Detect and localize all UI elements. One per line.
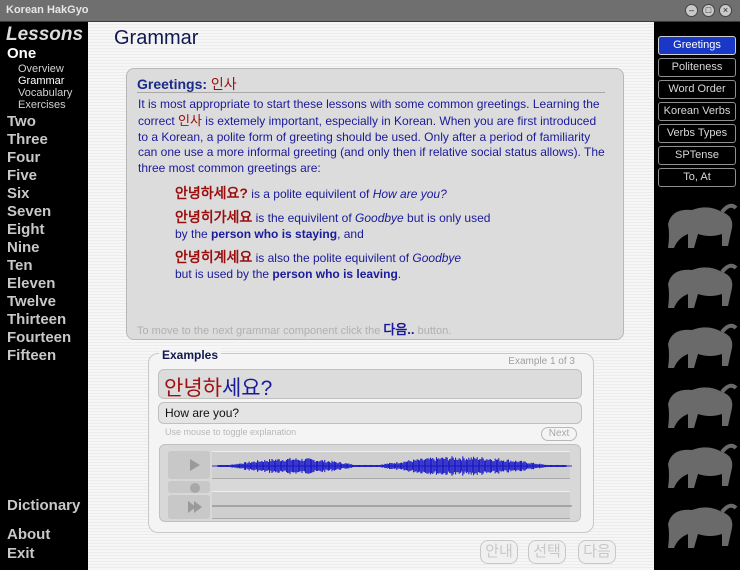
nav-politeness[interactable]: Politeness bbox=[658, 58, 736, 77]
greeting-korean: 안녕히가세요 bbox=[175, 209, 253, 225]
nav-korean-verbs[interactable]: Korean Verbs bbox=[658, 102, 736, 121]
example-english[interactable]: How are you? bbox=[158, 402, 582, 424]
greeting-item-1: 안녕하세요? is a polite equivilent of How are… bbox=[175, 185, 495, 202]
play-icon bbox=[190, 459, 200, 471]
example-counter: Example 1 of 3 bbox=[508, 356, 575, 367]
lessons-heading: Lessons bbox=[6, 24, 84, 45]
greeting-text: . bbox=[397, 267, 402, 281]
dictionary-link[interactable]: Dictionary bbox=[7, 497, 80, 514]
nav-sptense[interactable]: SPTense bbox=[658, 146, 736, 165]
greeting-meaning: How are you? bbox=[372, 187, 447, 201]
sub-grammar[interactable]: Grammar bbox=[18, 75, 64, 87]
greeting-emphasis: person who is leaving bbox=[272, 267, 398, 281]
greeting-text: is a polite equivilent of bbox=[247, 187, 373, 201]
lesson-twelve[interactable]: Twelve bbox=[7, 293, 56, 310]
examples-panel: Examples Example 1 of 3 안녕하세요? How are y… bbox=[148, 348, 594, 533]
grammar-heading: Greetings: 인사 bbox=[137, 74, 237, 94]
greeting-emphasis: person who is staying bbox=[211, 227, 338, 241]
greeting-item-3: 안녕히계세요 is also the polite equivilent of … bbox=[175, 249, 475, 282]
lesson-fourteen[interactable]: Fourteen bbox=[7, 329, 71, 346]
grammar-box: Greetings: 인사 It is most appropriate to … bbox=[126, 68, 624, 340]
greeting-meaning: Goodbye bbox=[355, 211, 404, 225]
sub-overview[interactable]: Overview bbox=[18, 63, 64, 75]
nav-word-order[interactable]: Word Order bbox=[658, 80, 736, 99]
tiger-icon bbox=[668, 263, 738, 308]
lesson-seven[interactable]: Seven bbox=[7, 203, 51, 220]
greeting-item-2: 안녕히가세요 is the equivilent of Goodbye but … bbox=[175, 209, 495, 242]
grammar-topics-nav: Greetings Politeness Word Order Korean V… bbox=[654, 22, 740, 570]
lesson-five[interactable]: Five bbox=[7, 167, 37, 184]
lesson-ten[interactable]: Ten bbox=[7, 257, 33, 274]
close-icon[interactable]: × bbox=[719, 4, 732, 17]
minimize-icon[interactable]: – bbox=[685, 4, 698, 17]
lesson-three[interactable]: Three bbox=[7, 131, 48, 148]
exit-link[interactable]: Exit bbox=[7, 545, 35, 562]
nav-verbs-types[interactable]: Verbs Types bbox=[658, 124, 736, 143]
lesson-eight[interactable]: Eight bbox=[7, 221, 45, 238]
page-title: Grammar bbox=[114, 27, 199, 49]
korean-part-red: 안녕 bbox=[164, 377, 203, 400]
next-hint-korean: 다음.. bbox=[383, 322, 415, 337]
maximize-icon[interactable]: □ bbox=[702, 4, 715, 17]
example-korean[interactable]: 안녕하세요? bbox=[158, 369, 582, 400]
greeting-text: , and bbox=[337, 227, 364, 241]
playback-button[interactable] bbox=[168, 495, 210, 519]
next-hint: To move to the next grammar component cl… bbox=[137, 319, 451, 338]
toggle-hint: Use mouse to toggle explanation bbox=[165, 427, 297, 437]
waveform bbox=[212, 456, 572, 476]
example-next-button[interactable]: Next bbox=[541, 427, 577, 441]
recording-line bbox=[212, 505, 572, 507]
para-korean: 인사 bbox=[178, 112, 202, 128]
lesson-thirteen[interactable]: Thirteen bbox=[7, 311, 66, 328]
examples-label: Examples bbox=[159, 348, 222, 362]
guide-button[interactable]: 안내 bbox=[480, 540, 518, 564]
lesson-one[interactable]: One bbox=[7, 45, 36, 62]
greeting-text: but is used by the bbox=[175, 267, 273, 281]
grammar-paragraph: It is most appropriate to start these le… bbox=[138, 97, 608, 177]
lesson-fifteen[interactable]: Fifteen bbox=[7, 347, 56, 364]
lesson-nine[interactable]: Nine bbox=[7, 239, 40, 256]
sub-vocabulary[interactable]: Vocabulary bbox=[18, 87, 72, 99]
tiger-icon bbox=[668, 203, 738, 248]
play-button[interactable] bbox=[168, 451, 210, 479]
tiger-icon bbox=[668, 503, 738, 548]
tiger-icon bbox=[668, 443, 738, 488]
korean-part-mid: 하 bbox=[202, 377, 222, 400]
waveform-track[interactable] bbox=[212, 451, 572, 479]
lesson-eleven[interactable]: Eleven bbox=[7, 275, 55, 292]
divider bbox=[137, 92, 605, 93]
grammar-heading-korean: 인사 bbox=[210, 76, 237, 92]
greeting-text: is also the polite equivilent of bbox=[252, 251, 413, 265]
audio-player bbox=[159, 444, 581, 522]
para-text-2: is extemely important, especially in Kor… bbox=[138, 113, 605, 176]
greeting-korean: 안녕하세요? bbox=[175, 185, 248, 201]
greeting-korean: 안녕히계세요 bbox=[175, 249, 253, 265]
playback-icon bbox=[188, 501, 202, 513]
lesson-two[interactable]: Two bbox=[7, 113, 36, 130]
tiger-icon bbox=[668, 323, 738, 368]
lessons-sidebar: Lessons One Overview Grammar Vocabulary … bbox=[0, 22, 88, 570]
lesson-six[interactable]: Six bbox=[7, 185, 30, 202]
record-icon bbox=[190, 483, 200, 493]
title-bar: Korean HakGyo – □ × bbox=[0, 0, 740, 22]
nav-to-at[interactable]: To, At bbox=[658, 168, 736, 187]
recording-track[interactable] bbox=[212, 491, 572, 519]
grammar-heading-label: Greetings: bbox=[137, 76, 208, 92]
tiger-icon bbox=[668, 383, 738, 428]
nav-greetings[interactable]: Greetings bbox=[658, 36, 736, 55]
next-hint-text: button. bbox=[414, 325, 452, 337]
main-panel: Grammar Greetings: 인사 It is most appropr… bbox=[88, 22, 654, 570]
next-button[interactable]: 다음 bbox=[578, 540, 616, 564]
window-title: Korean HakGyo bbox=[6, 4, 89, 16]
select-button[interactable]: 선택 bbox=[528, 540, 566, 564]
record-button[interactable] bbox=[168, 481, 210, 493]
next-hint-text: To move to the next grammar component cl… bbox=[137, 325, 384, 337]
greeting-meaning: Goodbye bbox=[412, 251, 462, 265]
greeting-text: is the equivilent of bbox=[252, 211, 356, 225]
korean-part-rest: 세요? bbox=[221, 377, 273, 400]
about-link[interactable]: About bbox=[7, 526, 50, 543]
lesson-four[interactable]: Four bbox=[7, 149, 40, 166]
sub-exercises[interactable]: Exercises bbox=[18, 99, 66, 111]
